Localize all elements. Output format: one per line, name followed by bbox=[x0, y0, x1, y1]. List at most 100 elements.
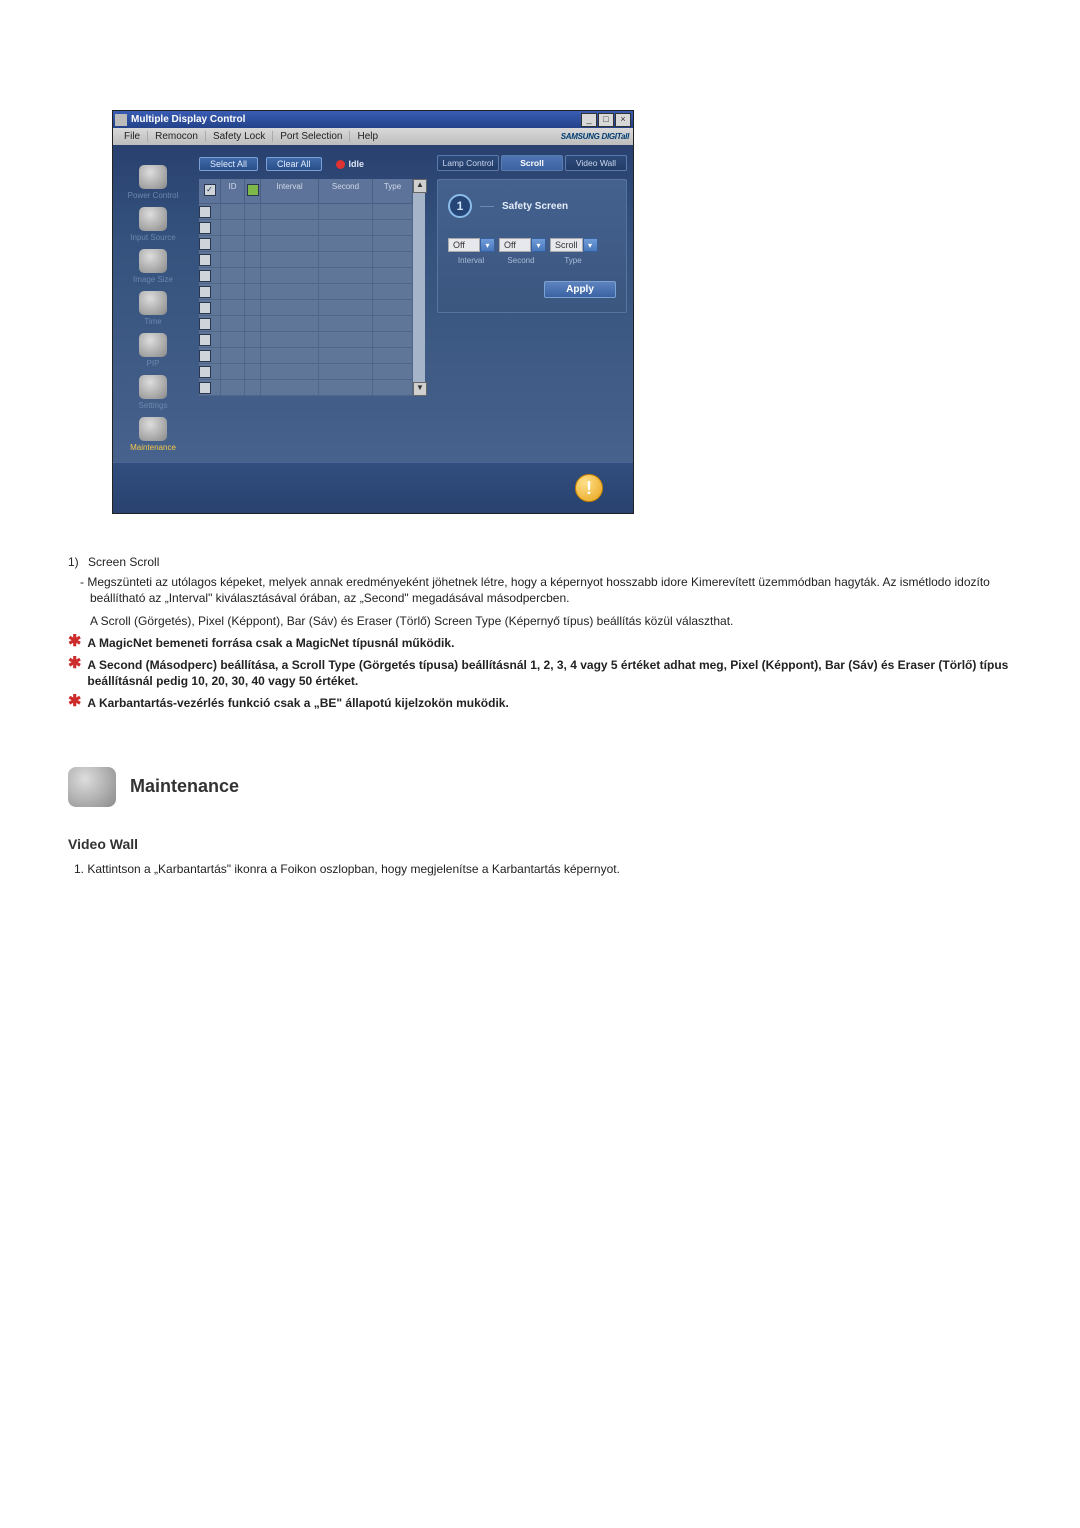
col-id[interactable]: ID bbox=[221, 179, 245, 204]
checkbox-icon[interactable] bbox=[199, 366, 211, 378]
section: Maintenance Video Wall 1. Kattintson a „… bbox=[68, 767, 1012, 878]
scroll-up-icon[interactable]: ▲ bbox=[413, 179, 427, 193]
note-text: A Karbantartás-vezérlés funkció csak a „… bbox=[87, 695, 1012, 711]
step-text: 1. Kattintson a „Karbantartás" ikonra a … bbox=[68, 861, 1012, 877]
table-row[interactable] bbox=[199, 316, 221, 332]
checkbox-icon[interactable] bbox=[199, 334, 211, 346]
table-row[interactable] bbox=[199, 220, 221, 236]
section-title: Maintenance bbox=[130, 774, 239, 798]
tab-video-wall[interactable]: Video Wall bbox=[565, 155, 627, 171]
table-row[interactable] bbox=[199, 364, 221, 380]
col-second[interactable]: Second bbox=[319, 179, 373, 204]
col-lamp[interactable] bbox=[245, 179, 261, 204]
display-grid-wrap: ID Interval Second Type bbox=[199, 179, 431, 396]
table-row[interactable] bbox=[199, 380, 221, 396]
sidebar-item-input-source[interactable]: Input Source bbox=[130, 207, 175, 242]
checkbox-icon[interactable] bbox=[199, 350, 211, 362]
checkbox-icon[interactable] bbox=[199, 382, 211, 394]
app-window: Multiple Display Control _ □ × File Remo… bbox=[112, 110, 634, 514]
checkbox-icon[interactable] bbox=[199, 206, 211, 218]
menu-port-selection[interactable]: Port Selection bbox=[273, 131, 350, 142]
settings-icon bbox=[139, 375, 167, 399]
power-icon bbox=[139, 165, 167, 189]
table-row[interactable] bbox=[199, 236, 221, 252]
sidebar-item-pip[interactable]: PIP bbox=[139, 333, 167, 368]
status-indicator: Idle bbox=[336, 159, 365, 169]
tab-lamp-control[interactable]: Lamp Control bbox=[437, 155, 499, 171]
col-type[interactable]: Type bbox=[373, 179, 413, 204]
checkbox-icon[interactable] bbox=[199, 318, 211, 330]
callout-number: 1 bbox=[448, 194, 472, 218]
select-all-button[interactable]: Select All bbox=[199, 157, 258, 171]
menu-remocon[interactable]: Remocon bbox=[148, 131, 206, 142]
table-row[interactable] bbox=[199, 332, 221, 348]
time-icon bbox=[139, 291, 167, 315]
maintenance-icon bbox=[139, 417, 167, 441]
status-label: Idle bbox=[349, 159, 365, 169]
lamp-icon bbox=[247, 184, 259, 196]
scroll-down-icon[interactable]: ▼ bbox=[413, 382, 427, 396]
sidebar-item-label: PIP bbox=[139, 359, 167, 368]
minimize-button[interactable]: _ bbox=[581, 113, 597, 127]
type-dropdown[interactable]: Scroll ▾ bbox=[550, 238, 598, 252]
star-icon: ✱ bbox=[68, 695, 81, 711]
chevron-down-icon[interactable]: ▾ bbox=[480, 238, 495, 252]
dropdown-value: Scroll bbox=[550, 238, 583, 252]
sidebar-item-label: Time bbox=[139, 317, 167, 326]
maintenance-section-icon bbox=[68, 767, 116, 807]
menu-help[interactable]: Help bbox=[350, 131, 385, 142]
checkbox-icon[interactable] bbox=[199, 238, 211, 250]
second-dropdown[interactable]: Off ▾ bbox=[499, 238, 546, 252]
sidebar-item-label: Settings bbox=[139, 401, 168, 410]
maximize-button[interactable]: □ bbox=[598, 113, 614, 127]
clear-all-button[interactable]: Clear All bbox=[266, 157, 322, 171]
sidebar-item-time[interactable]: Time bbox=[139, 291, 167, 326]
checkbox-icon[interactable] bbox=[199, 270, 211, 282]
table-row[interactable] bbox=[199, 252, 221, 268]
interval-dropdown[interactable]: Off ▾ bbox=[448, 238, 495, 252]
title-bar: Multiple Display Control _ □ × bbox=[113, 111, 633, 128]
content-area: Power Control Input Source Image Size Ti… bbox=[113, 145, 633, 462]
panel-title: Safety Screen bbox=[502, 201, 616, 212]
table-row[interactable] bbox=[199, 348, 221, 364]
checkbox-icon[interactable] bbox=[204, 184, 216, 196]
table-row[interactable] bbox=[199, 268, 221, 284]
list-number: 1) bbox=[68, 554, 84, 570]
checkbox-icon[interactable] bbox=[199, 286, 211, 298]
scroll-track[interactable] bbox=[413, 193, 425, 382]
grid-scrollbar[interactable]: ▲ ▼ bbox=[413, 179, 425, 396]
note-item: ✱ A MagicNet bemeneti forrása csak a Mag… bbox=[68, 635, 1012, 651]
table-row[interactable] bbox=[199, 204, 221, 220]
menu-safety-lock[interactable]: Safety Lock bbox=[206, 131, 273, 142]
checkbox-icon[interactable] bbox=[199, 302, 211, 314]
sidebar-item-label: Input Source bbox=[130, 233, 175, 242]
sidebar-item-maintenance[interactable]: Maintenance bbox=[130, 417, 176, 452]
list-toolbar: Select All Clear All Idle bbox=[199, 157, 431, 171]
warning-icon: ! bbox=[575, 474, 603, 502]
col-checkbox[interactable] bbox=[199, 179, 221, 204]
checkbox-icon[interactable] bbox=[199, 254, 211, 266]
sidebar-item-settings[interactable]: Settings bbox=[139, 375, 168, 410]
close-button[interactable]: × bbox=[615, 113, 631, 127]
menu-file[interactable]: File bbox=[117, 131, 148, 142]
tab-scroll[interactable]: Scroll bbox=[501, 155, 563, 171]
status-dot-icon bbox=[336, 160, 345, 169]
dropdown-row: Off ▾ Off ▾ Scroll ▾ bbox=[448, 238, 616, 252]
star-icon: ✱ bbox=[68, 635, 81, 651]
document-body: 1) Screen Scroll - Megszünteti az utólag… bbox=[68, 554, 1012, 878]
sidebar-item-power-control[interactable]: Power Control bbox=[128, 165, 179, 200]
list-title: Screen Scroll bbox=[88, 554, 159, 570]
chevron-down-icon[interactable]: ▾ bbox=[583, 238, 598, 252]
table-row[interactable] bbox=[199, 300, 221, 316]
note-text: A MagicNet bemeneti forrása csak a Magic… bbox=[87, 635, 1012, 651]
sidebar-item-image-size[interactable]: Image Size bbox=[133, 249, 173, 284]
star-icon: ✱ bbox=[68, 657, 81, 689]
note-item: ✱ A Second (Másodperc) beállítása, a Scr… bbox=[68, 657, 1012, 689]
subsection-title: Video Wall bbox=[68, 835, 1012, 854]
list-description: - Megszünteti az utólagos képeket, melye… bbox=[68, 574, 1012, 606]
checkbox-icon[interactable] bbox=[199, 222, 211, 234]
apply-button[interactable]: Apply bbox=[544, 281, 616, 298]
col-interval[interactable]: Interval bbox=[261, 179, 319, 204]
chevron-down-icon[interactable]: ▾ bbox=[531, 238, 546, 252]
table-row[interactable] bbox=[199, 284, 221, 300]
